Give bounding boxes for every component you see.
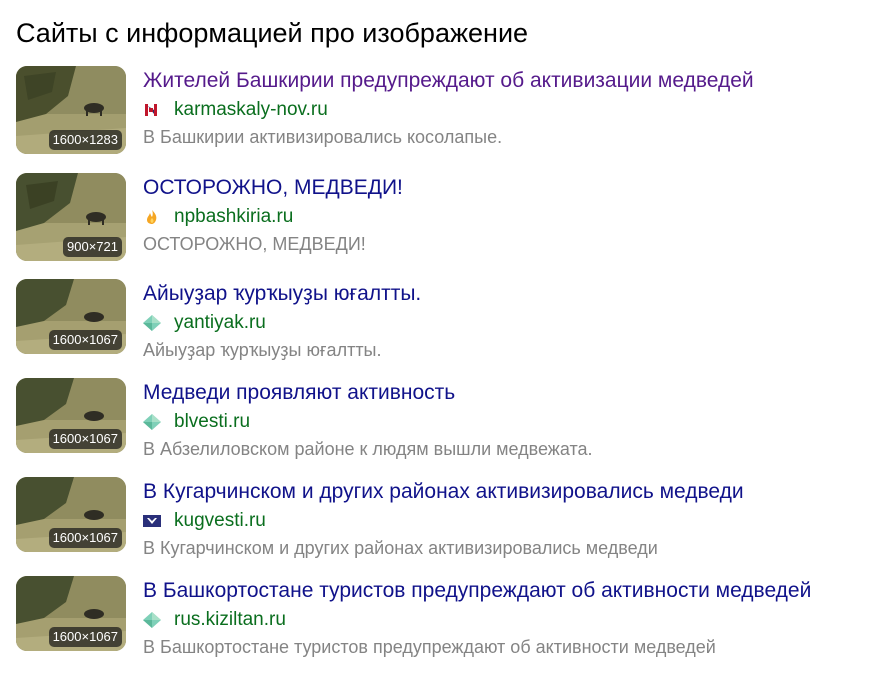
diamond-icon: [143, 315, 161, 331]
site-row: karmaskaly-nov.ru: [143, 96, 863, 124]
site-row: kugvesti.ru: [143, 507, 863, 535]
result-thumbnail[interactable]: 1600×1067: [16, 477, 126, 552]
result-title-link[interactable]: В Кугарчинском и других районах активизи…: [143, 477, 863, 507]
site-row: npbashkiria.ru: [143, 203, 863, 231]
result-title-link[interactable]: В Башкортостане туристов предупреждают о…: [143, 576, 863, 606]
result-thumbnail[interactable]: 1600×1067: [16, 576, 126, 651]
site-row: yantiyak.ru: [143, 309, 863, 337]
flame-icon: [143, 209, 161, 225]
result-title-link[interactable]: Медведи проявляют активность: [143, 378, 863, 408]
result-snippet: ОСТОРОЖНО, МЕДВЕДИ!: [143, 234, 366, 254]
result-thumbnail[interactable]: 1600×1067: [16, 378, 126, 453]
result-title-link[interactable]: Айыуҙар ҡурҡыуҙы юғалтты.: [143, 279, 863, 309]
result-title-link[interactable]: Жителей Башкирии предупреждают об активи…: [143, 66, 863, 96]
kugvesti-logo-icon: [143, 513, 161, 529]
image-size-badge: 1600×1067: [48, 330, 122, 350]
image-size-badge: 1600×1067: [48, 429, 122, 449]
result-domain-link[interactable]: rus.kiziltan.ru: [174, 606, 286, 634]
result-snippet: В Башкортостане туристов предупреждают о…: [143, 637, 716, 657]
result-snippet: В Кугарчинском и других районах активизи…: [143, 538, 658, 558]
result-snippet: В Башкирии активизировались косолапые.: [143, 127, 503, 147]
result-domain-link[interactable]: karmaskaly-nov.ru: [174, 96, 328, 124]
result-domain-link[interactable]: yantiyak.ru: [174, 309, 266, 337]
diamond-icon: [143, 612, 161, 628]
result-thumbnail[interactable]: 900×721: [16, 173, 126, 261]
page-title: Сайты с информацией про изображение: [16, 18, 529, 48]
result-snippet: В Абзелиловском районе к людям вышли мед…: [143, 439, 593, 459]
result-thumbnail[interactable]: 1600×1283: [16, 66, 126, 154]
result-title-link[interactable]: ОСТОРОЖНО, МЕДВЕДИ!: [143, 173, 863, 203]
image-size-badge: 1600×1067: [48, 528, 122, 548]
result-domain-link[interactable]: kugvesti.ru: [174, 507, 266, 535]
result-domain-link[interactable]: blvesti.ru: [174, 408, 250, 436]
result-thumbnail[interactable]: 1600×1067: [16, 279, 126, 354]
similar-sites-panel: Сайты с информацией про изображение 1600…: [0, 0, 876, 697]
diamond-icon: [143, 414, 161, 430]
image-size-badge: 1600×1283: [48, 130, 122, 150]
karmaskaly-logo-icon: [143, 102, 161, 118]
site-row: blvesti.ru: [143, 408, 863, 436]
site-row: rus.kiziltan.ru: [143, 606, 863, 634]
image-size-badge: 900×721: [63, 237, 122, 257]
image-size-badge: 1600×1067: [48, 627, 122, 647]
result-snippet: Айыуҙар ҡурҡыуҙы юғалтты.: [143, 340, 382, 360]
result-domain-link[interactable]: npbashkiria.ru: [174, 203, 293, 231]
